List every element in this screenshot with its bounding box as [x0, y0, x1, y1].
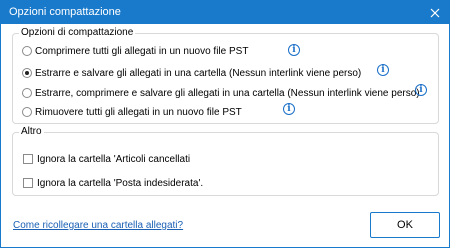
info-icon[interactable]: i: [415, 84, 427, 96]
info-icon[interactable]: i: [283, 103, 295, 115]
radio-remove-attachments[interactable]: [22, 107, 32, 117]
option-label: Comprimere tutti gli allegati in un nuov…: [35, 45, 249, 57]
checkbox-ignore-deleted[interactable]: Ignora la cartella 'Articoli cancellati: [23, 152, 190, 166]
checkbox-label: Ignora la cartella 'Posta indesiderata'.: [37, 177, 204, 189]
checkbox-ignore-deleted-box[interactable]: [23, 154, 33, 164]
dialog-title: Opzioni compattazione: [9, 6, 121, 18]
option-label: Rimuovere tutti gli allegati in un nuovo…: [35, 106, 242, 118]
title-bar[interactable]: Opzioni compattazione: [1, 1, 449, 24]
dialog-window: Opzioni compattazione Opzioni di compatt…: [0, 0, 450, 248]
checkbox-label: Ignora la cartella 'Articoli cancellati: [37, 153, 191, 165]
option-label: Estrarre e salvare gli allegati in una c…: [35, 67, 362, 79]
radio-compress-pst[interactable]: [22, 46, 32, 56]
checkbox-ignore-junk[interactable]: Ignora la cartella 'Posta indesiderata'.: [23, 176, 203, 190]
altro-legend: Altro: [19, 126, 44, 137]
radio-extract-save[interactable]: [22, 68, 32, 78]
option-label: Estrarre, comprimere e salvare gli alleg…: [35, 87, 420, 99]
ok-button[interactable]: OK: [370, 212, 440, 238]
compaction-options-legend: Opzioni di compattazione: [19, 27, 136, 38]
option-extract-compress-save[interactable]: Estrarre, comprimere e salvare gli alleg…: [22, 86, 420, 100]
info-icon[interactable]: i: [377, 64, 389, 76]
option-extract-save[interactable]: Estrarre e salvare gli allegati in una c…: [22, 66, 361, 80]
info-icon[interactable]: i: [288, 44, 300, 56]
checkbox-ignore-junk-box[interactable]: [23, 178, 33, 188]
option-compress-pst[interactable]: Comprimere tutti gli allegati in un nuov…: [22, 44, 248, 58]
relink-help-link[interactable]: Come ricollegare una cartella allegati?: [13, 220, 183, 231]
close-icon: [430, 8, 440, 17]
radio-extract-compress-save[interactable]: [22, 88, 32, 98]
close-button[interactable]: [421, 1, 449, 24]
altro-group: Altro Ignora la cartella 'Articoli cance…: [12, 126, 439, 196]
compaction-options-group: Opzioni di compattazione Comprimere tutt…: [12, 27, 439, 124]
option-remove-attachments[interactable]: Rimuovere tutti gli allegati in un nuovo…: [22, 105, 242, 119]
